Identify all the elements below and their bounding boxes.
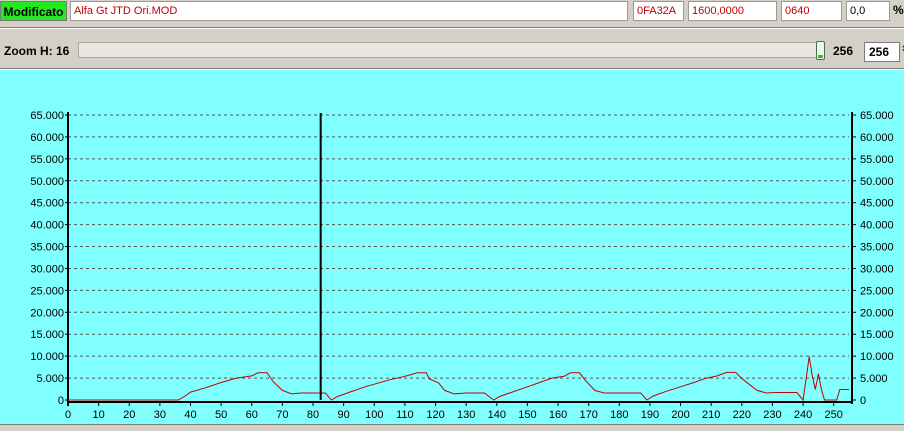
x-tick-label: 30	[154, 409, 166, 421]
y-tick-label-left: 20.000	[30, 307, 64, 319]
y-tick-label-left: 25.000	[30, 285, 64, 297]
y-tick-label-right: 55.000	[860, 154, 894, 166]
y-tick-label-right: 15.000	[860, 329, 894, 341]
x-tick-label: 140	[488, 409, 506, 421]
zoom-slider-track[interactable]	[78, 42, 825, 58]
y-tick-label-left: 15.000	[30, 329, 64, 341]
x-tick-label: 110	[396, 409, 414, 421]
y-tick-label-left: 40.000	[30, 220, 64, 232]
file-info-toolbar: Modificato Alfa Gt JTD Ori.MOD 0FA32A 16…	[0, 0, 904, 26]
x-tick-label: 170	[579, 409, 597, 421]
y-tick-label-right: 20.000	[860, 307, 894, 319]
y-tick-label-left: 65.000	[30, 110, 64, 122]
x-tick-label: 210	[702, 409, 720, 421]
x-tick-label: 190	[641, 409, 659, 421]
percent-symbol: %	[893, 3, 904, 17]
y-tick-label-right: 10.000	[860, 351, 894, 363]
x-tick-label: 180	[610, 409, 628, 421]
file-name-field[interactable]: Alfa Gt JTD Ori.MOD	[70, 1, 628, 21]
zoom-row: Zoom H: 16 256 256 ⬍	[0, 33, 904, 67]
bottom-bar	[0, 424, 904, 431]
x-tick-label: 50	[215, 409, 227, 421]
x-tick-label: 220	[733, 409, 751, 421]
x-tick-label: 200	[671, 409, 689, 421]
zoom-slider-thumb[interactable]	[816, 41, 825, 60]
y-tick-label-right: 30.000	[860, 263, 894, 275]
y-tick-label-left: 50.000	[30, 176, 64, 188]
y-tick-label-left: 35.000	[30, 242, 64, 254]
y-tick-label-left: 55.000	[30, 154, 64, 166]
x-tick-label: 40	[184, 409, 196, 421]
y-tick-label-right: 35.000	[860, 242, 894, 254]
y-tick-label-right: 50.000	[860, 176, 894, 188]
factor-field[interactable]: 1600,0000	[688, 1, 777, 21]
x-tick-label: 150	[518, 409, 536, 421]
y-tick-label-left: 5.000	[36, 373, 64, 385]
x-tick-label: 240	[794, 409, 812, 421]
x-tick-label: 120	[426, 409, 444, 421]
map-chart[interactable]: 0 0 5.000 5.000 10.000 10.000 15.000 15.000 20.0…	[0, 70, 904, 424]
y-tick-label-left: 60.000	[30, 132, 64, 144]
x-tick-label: 60	[246, 409, 258, 421]
y-tick-label-left: 45.000	[30, 198, 64, 210]
y-tick-label-left: 30.000	[30, 263, 64, 275]
x-tick-label: 20	[123, 409, 135, 421]
y-tick-label-right: 65.000	[860, 110, 894, 122]
toolbar-divider	[0, 27, 904, 29]
zoom-label: Zoom H: 16	[4, 44, 70, 58]
x-tick-label: 160	[549, 409, 567, 421]
y-tick-label-left: 0	[58, 395, 64, 407]
y-tick-label-right: 45.000	[860, 198, 894, 210]
x-tick-label: 100	[365, 409, 383, 421]
address-field[interactable]: 0FA32A	[633, 1, 684, 21]
y-tick-label-right: 25.000	[860, 285, 894, 297]
percent-value-field[interactable]: 0,0	[846, 1, 890, 21]
x-tick-label: 230	[763, 409, 781, 421]
x-tick-label: 80	[307, 409, 319, 421]
x-tick-label: 70	[276, 409, 288, 421]
y-tick-label-right: 60.000	[860, 132, 894, 144]
y-tick-label-left: 10.000	[30, 351, 64, 363]
status-badge: Modificato	[0, 1, 67, 21]
x-tick-label: 250	[825, 409, 843, 421]
x-tick-label: 0	[65, 409, 71, 421]
zoom-input[interactable]: 256	[864, 42, 900, 62]
x-tick-label: 130	[457, 409, 475, 421]
y-tick-label-right: 5.000	[860, 373, 888, 385]
x-tick-label: 90	[338, 409, 350, 421]
x-tick-label: 10	[93, 409, 105, 421]
zoom-value-label: 256	[833, 44, 854, 58]
y-tick-label-right: 40.000	[860, 220, 894, 232]
y-tick-label-right: 0	[860, 395, 866, 407]
chart-svg: 0 05.000 5.00010.000 10.00015.000 15.00020.0…	[30, 110, 894, 421]
hex-value-field[interactable]: 0640	[781, 1, 842, 21]
